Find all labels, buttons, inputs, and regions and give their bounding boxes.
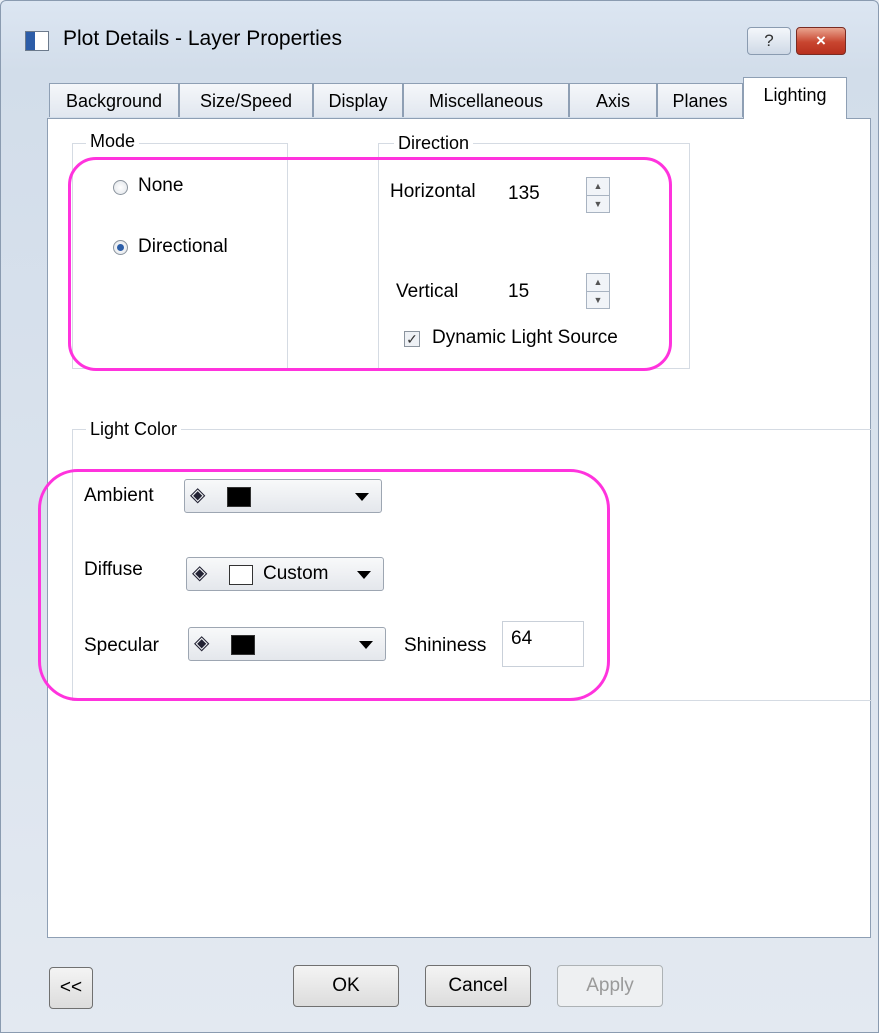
title-bar: Plot Details - Layer Properties ? × bbox=[1, 1, 878, 71]
lighting-panel: Mode None Directional Direction Horizont… bbox=[38, 118, 872, 938]
help-button[interactable]: ? bbox=[747, 27, 791, 55]
direction-group-label: Direction bbox=[394, 133, 474, 154]
mode-group-label: Mode bbox=[86, 131, 140, 152]
ok-button[interactable]: OK bbox=[293, 965, 399, 1007]
tab-display[interactable]: Display bbox=[313, 83, 403, 117]
annotation-ellipse-direction bbox=[68, 157, 672, 371]
window-title: Plot Details - Layer Properties bbox=[63, 27, 342, 50]
tab-background[interactable]: Background bbox=[49, 83, 179, 117]
close-button[interactable]: × bbox=[796, 27, 846, 55]
tab-axis[interactable]: Axis bbox=[569, 83, 657, 117]
light-color-group-label: Light Color bbox=[86, 419, 182, 440]
back-button[interactable]: << bbox=[49, 967, 93, 1009]
tab-miscellaneous[interactable]: Miscellaneous bbox=[403, 83, 569, 117]
tab-size-speed[interactable]: Size/Speed bbox=[179, 83, 313, 117]
annotation-ellipse-light-color bbox=[38, 469, 610, 701]
cancel-button[interactable]: Cancel bbox=[425, 965, 531, 1007]
app-icon bbox=[25, 31, 49, 51]
apply-button[interactable]: Apply bbox=[557, 965, 663, 1007]
tab-planes[interactable]: Planes bbox=[657, 83, 743, 117]
plot-details-dialog: Plot Details - Layer Properties ? × Back… bbox=[0, 0, 879, 1033]
tab-lighting[interactable]: Lighting bbox=[743, 77, 847, 119]
